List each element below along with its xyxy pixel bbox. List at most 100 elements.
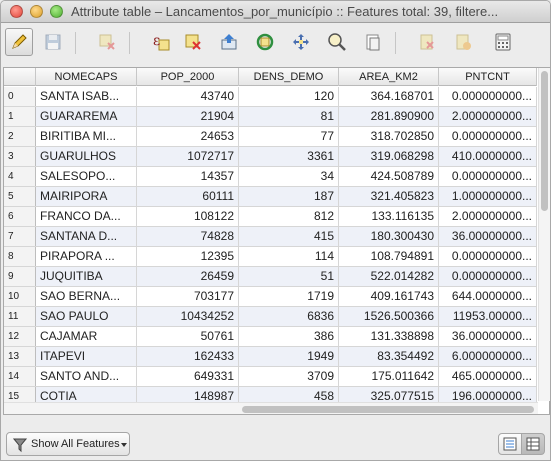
table-cell-nomecaps[interactable]: GUARULHOS <box>36 147 137 166</box>
table-cell-pntcnt[interactable]: 0.000000000... <box>439 267 537 286</box>
row-index-header[interactable]: 11 <box>4 307 36 326</box>
table-row[interactable]: 0 SANTA ISAB... 43740 120 364.168701 0.000000… <box>4 87 537 107</box>
table-cell-pop-2000[interactable]: 649331 <box>137 367 239 386</box>
table-cell-pntcnt[interactable]: 2.000000000... <box>439 107 537 126</box>
row-index-header[interactable]: 8 <box>4 247 36 266</box>
corner-header[interactable] <box>4 68 36 86</box>
table-cell-dens-demo[interactable]: 386 <box>239 327 339 346</box>
row-index-header[interactable]: 7 <box>4 227 36 246</box>
table-cell-dens-demo[interactable]: 1949 <box>239 347 339 366</box>
table-cell-dens-demo[interactable]: 34 <box>239 167 339 186</box>
table-cell-dens-demo[interactable]: 120 <box>239 87 339 106</box>
table-cell-pntcnt[interactable]: 2.000000000... <box>439 207 537 226</box>
table-cell-pop-2000[interactable]: 12395 <box>137 247 239 266</box>
table-cell-area-km2[interactable]: 409.161743 <box>339 287 439 306</box>
new-column-button[interactable] <box>449 28 477 56</box>
row-index-header[interactable]: 14 <box>4 367 36 386</box>
save-edits-button[interactable] <box>39 28 67 56</box>
table-cell-area-km2[interactable]: 321.405823 <box>339 187 439 206</box>
table-cell-pop-2000[interactable]: 10434252 <box>137 307 239 326</box>
table-cell-dens-demo[interactable]: 187 <box>239 187 339 206</box>
table-cell-nomecaps[interactable]: SANTO AND... <box>36 367 137 386</box>
table-cell-pntcnt[interactable]: 0.000000000... <box>439 167 537 186</box>
table-cell-area-km2[interactable]: 83.354492 <box>339 347 439 366</box>
row-index-header[interactable]: 5 <box>4 187 36 206</box>
table-cell-pop-2000[interactable]: 26459 <box>137 267 239 286</box>
table-row[interactable]: 6 FRANCO DA... 108122 812 133.116135 2.000000… <box>4 207 537 227</box>
table-cell-dens-demo[interactable]: 3361 <box>239 147 339 166</box>
table-cell-area-km2[interactable]: 133.116135 <box>339 207 439 226</box>
vertical-scrollbar[interactable] <box>538 68 550 401</box>
table-cell-nomecaps[interactable]: SALESOPO... <box>36 167 137 186</box>
table-cell-area-km2[interactable]: 364.168701 <box>339 87 439 106</box>
row-index-header[interactable]: 2 <box>4 127 36 146</box>
table-cell-area-km2[interactable]: 424.508789 <box>339 167 439 186</box>
table-cell-dens-demo[interactable]: 415 <box>239 227 339 246</box>
table-row[interactable]: 1 GUARAREMA 21904 81 281.890900 2.000000000..… <box>4 107 537 127</box>
table-cell-pop-2000[interactable]: 108122 <box>137 207 239 226</box>
table-cell-nomecaps[interactable]: PIRAPORA ... <box>36 247 137 266</box>
row-index-header[interactable]: 9 <box>4 267 36 286</box>
table-cell-dens-demo[interactable]: 51 <box>239 267 339 286</box>
row-index-header[interactable]: 1 <box>4 107 36 126</box>
unselect-all-button[interactable] <box>179 28 207 56</box>
table-cell-area-km2[interactable]: 180.300430 <box>339 227 439 246</box>
row-index-header[interactable]: 0 <box>4 87 36 106</box>
table-cell-area-km2[interactable]: 1526.500366 <box>339 307 439 326</box>
table-cell-nomecaps[interactable]: BIRITIBA MI... <box>36 127 137 146</box>
table-cell-dens-demo[interactable]: 81 <box>239 107 339 126</box>
attribute-table[interactable]: NOMECAPS POP_2000 DENS_DEMO AREA_KM2 PNT… <box>3 67 550 415</box>
table-cell-pntcnt[interactable]: 6.000000000... <box>439 347 537 366</box>
table-cell-pntcnt[interactable]: 0.000000000... <box>439 247 537 266</box>
table-cell-area-km2[interactable]: 319.068298 <box>339 147 439 166</box>
table-row[interactable]: 12 CAJAMAR 50761 386 131.338898 36.00000000..… <box>4 327 537 347</box>
table-cell-area-km2[interactable]: 175.011642 <box>339 367 439 386</box>
table-cell-pop-2000[interactable]: 1072717 <box>137 147 239 166</box>
table-row[interactable]: 7 SANTANA D... 74828 415 180.300430 36.000000… <box>4 227 537 247</box>
close-window-button[interactable] <box>10 5 23 18</box>
row-index-header[interactable]: 4 <box>4 167 36 186</box>
toggle-editing-button[interactable] <box>5 28 33 56</box>
table-row[interactable]: 11 SAO PAULO 10434252 6836 1526.500366 11953.… <box>4 307 537 327</box>
table-cell-area-km2[interactable]: 281.890900 <box>339 107 439 126</box>
table-cell-area-km2[interactable]: 522.014282 <box>339 267 439 286</box>
invert-selection-button[interactable] <box>251 28 279 56</box>
horizontal-scrollbar[interactable] <box>4 402 538 414</box>
column-header[interactable]: PNTCNT <box>439 68 537 86</box>
table-row[interactable]: 5 MAIRIPORA 60111 187 321.405823 1.000000000.… <box>4 187 537 207</box>
title-bar[interactable]: Attribute table – Lancamentos_por_municí… <box>1 1 550 23</box>
vertical-scroll-thumb[interactable] <box>541 71 548 211</box>
table-cell-pop-2000[interactable]: 703177 <box>137 287 239 306</box>
table-cell-pop-2000[interactable]: 21904 <box>137 107 239 126</box>
table-cell-pntcnt[interactable]: 36.00000000... <box>439 327 537 346</box>
delete-column-button[interactable] <box>413 28 441 56</box>
maximize-window-button[interactable] <box>50 5 63 18</box>
table-row[interactable]: 2 BIRITIBA MI... 24653 77 318.702850 0.000000… <box>4 127 537 147</box>
table-row[interactable]: 4 SALESOPO... 14357 34 424.508789 0.000000000… <box>4 167 537 187</box>
table-cell-pop-2000[interactable]: 43740 <box>137 87 239 106</box>
table-cell-nomecaps[interactable]: CAJAMAR <box>36 327 137 346</box>
column-header[interactable]: AREA_KM2 <box>339 68 439 86</box>
table-cell-pntcnt[interactable]: 1.000000000... <box>439 187 537 206</box>
table-row[interactable]: 3 GUARULHOS 1072717 3361 319.068298 410.00000… <box>4 147 537 167</box>
table-cell-nomecaps[interactable]: SANTANA D... <box>36 227 137 246</box>
table-cell-pop-2000[interactable]: 74828 <box>137 227 239 246</box>
table-cell-area-km2[interactable]: 318.702850 <box>339 127 439 146</box>
row-index-header[interactable]: 12 <box>4 327 36 346</box>
table-cell-nomecaps[interactable]: SAO BERNA... <box>36 287 137 306</box>
table-cell-pntcnt[interactable]: 11953.00000... <box>439 307 537 326</box>
row-index-header[interactable]: 10 <box>4 287 36 306</box>
pan-to-selected-button[interactable] <box>287 28 315 56</box>
table-cell-pop-2000[interactable]: 162433 <box>137 347 239 366</box>
table-cell-nomecaps[interactable]: SANTA ISAB... <box>36 87 137 106</box>
table-cell-nomecaps[interactable]: ITAPEVI <box>36 347 137 366</box>
table-cell-area-km2[interactable]: 131.338898 <box>339 327 439 346</box>
table-row[interactable]: 10 SAO BERNA... 703177 1719 409.161743 644.00… <box>4 287 537 307</box>
table-cell-dens-demo[interactable]: 3709 <box>239 367 339 386</box>
column-header[interactable]: POP_2000 <box>137 68 239 86</box>
column-header[interactable]: NOMECAPS <box>36 68 137 86</box>
table-cell-dens-demo[interactable]: 6836 <box>239 307 339 326</box>
zoom-to-selected-button[interactable] <box>323 28 351 56</box>
row-index-header[interactable]: 13 <box>4 347 36 366</box>
table-cell-pntcnt[interactable]: 465.0000000... <box>439 367 537 386</box>
